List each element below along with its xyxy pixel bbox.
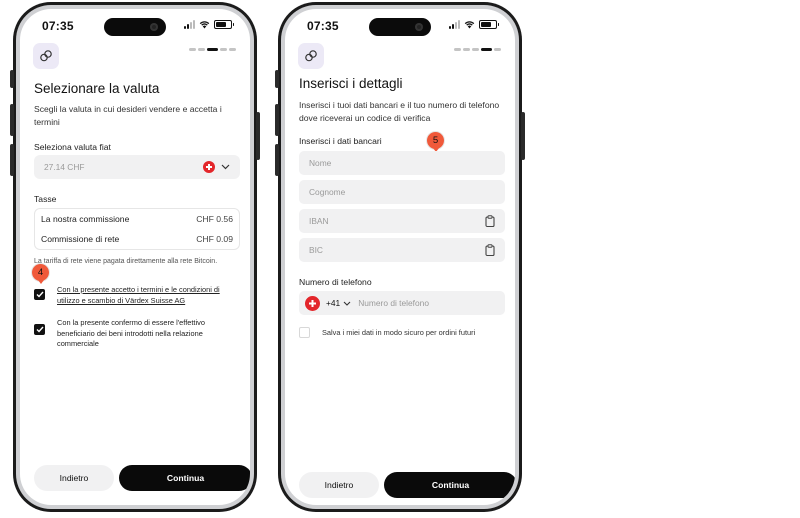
wifi-icon [464, 21, 475, 29]
terms-link[interactable]: Con la presente accetto i termini e le c… [57, 285, 240, 306]
mute-switch [275, 70, 279, 88]
iban-input[interactable]: IBAN [299, 209, 505, 233]
page-subtitle: Scegli la valuta in cui desideri vendere… [34, 104, 222, 127]
page-subtitle: Inserisci i tuoi dati bancari e il tuo n… [299, 100, 500, 123]
fiat-currency-label: Seleziona valuta fiat [34, 142, 111, 152]
save-data-text: Salva i miei dati in modo sicuro per ord… [322, 328, 476, 337]
surname-placeholder: Cognome [309, 187, 346, 197]
status-icons [449, 20, 499, 29]
status-time: 07:35 [307, 19, 339, 33]
step-progress [454, 48, 501, 51]
app-logo [33, 43, 59, 69]
fee-amount: CHF 0.09 [196, 234, 233, 244]
power-button [256, 112, 260, 160]
name-placeholder: Nome [309, 158, 332, 168]
clipboard-icon[interactable] [485, 215, 495, 227]
app-logo [298, 43, 324, 69]
phone-frame-2: 07:35 Inserisci i dettagli Inserisci i t… [275, 2, 525, 512]
fiat-currency-select[interactable]: 27.14 CHF [34, 155, 240, 179]
app-logo-icon [305, 50, 317, 62]
page-title: Inserisci i dettagli [299, 76, 403, 91]
step-progress [189, 48, 236, 51]
fee-name: Commissione di rete [41, 234, 120, 244]
battery-icon [214, 20, 234, 29]
checkmark-icon [36, 291, 44, 298]
battery-icon [479, 20, 499, 29]
country-code[interactable]: +41 [326, 298, 340, 308]
save-data-row[interactable]: Salva i miei dati in modo sicuro per ord… [299, 327, 505, 338]
mute-switch [10, 70, 14, 88]
screen-enter-details: 07:35 Inserisci i dettagli Inserisci i t… [285, 9, 515, 505]
clipboard-icon[interactable] [485, 244, 495, 256]
dynamic-island [104, 18, 166, 36]
cellular-signal-icon [449, 20, 460, 29]
checkmark-icon [36, 326, 44, 333]
name-input[interactable]: Nome [299, 151, 505, 175]
continue-button[interactable]: Continua [119, 465, 250, 491]
volume-down-button [275, 144, 279, 176]
fee-row-our-commission: La nostra commissione CHF 0.56 [35, 209, 239, 229]
phone-number-placeholder[interactable]: Numero di telefono [358, 298, 429, 308]
back-button[interactable]: Indietro [299, 472, 379, 498]
beneficiary-checkbox-row[interactable]: Con la presente confermo di essere l'eff… [34, 318, 240, 350]
back-button[interactable]: Indietro [34, 465, 114, 491]
terms-checkbox[interactable] [34, 289, 45, 300]
fee-row-network-commission: Commissione di rete CHF 0.09 [35, 229, 239, 249]
continue-button[interactable]: Continua [384, 472, 515, 498]
surname-input[interactable]: Cognome [299, 180, 505, 204]
beneficiary-checkbox[interactable] [34, 324, 45, 335]
app-logo-icon [40, 50, 52, 62]
bank-details-label: Inserisci i dati bancari [299, 136, 382, 146]
screen-select-currency: 07:35 Selezionare la valuta Scegli la va… [20, 9, 250, 505]
fee-amount: CHF 0.56 [196, 214, 233, 224]
cellular-signal-icon [184, 20, 195, 29]
phone-number-field[interactable]: +41 Numero di telefono [299, 291, 505, 315]
fees-label: Tasse [34, 194, 57, 204]
status-time: 07:35 [42, 19, 74, 33]
page-title: Selezionare la valuta [34, 81, 160, 96]
fiat-currency-value: 27.14 CHF [44, 162, 85, 172]
volume-up-button [275, 104, 279, 136]
volume-up-button [10, 104, 14, 136]
chevron-down-icon[interactable] [343, 301, 351, 306]
terms-checkbox-row[interactable]: Con la presente accetto i termini e le c… [34, 285, 240, 306]
save-data-checkbox[interactable] [299, 327, 310, 338]
beneficiary-text: Con la presente confermo di essere l'eff… [57, 318, 205, 348]
fee-name: La nostra commissione [41, 214, 130, 224]
power-button [521, 112, 525, 160]
volume-down-button [10, 144, 14, 176]
bic-input[interactable]: BIC [299, 238, 505, 262]
network-fee-note: La tariffa di rete viene pagata direttam… [34, 258, 218, 265]
phone-number-label: Numero di telefono [299, 277, 372, 287]
status-icons [184, 20, 234, 29]
iban-placeholder: IBAN [309, 216, 329, 226]
step-marker-5: 5 [427, 132, 444, 149]
step-marker-4: 4 [32, 264, 49, 281]
swiss-flag-icon[interactable] [305, 295, 320, 311]
wifi-icon [199, 21, 210, 29]
bic-placeholder: BIC [309, 245, 323, 255]
swiss-flag-icon [203, 161, 215, 173]
phone-frame-1: 07:35 Selezionare la valuta Scegli la va… [10, 2, 260, 512]
chevron-down-icon [221, 164, 230, 170]
dynamic-island [369, 18, 431, 36]
fees-box: La nostra commissione CHF 0.56 Commissio… [34, 208, 240, 250]
